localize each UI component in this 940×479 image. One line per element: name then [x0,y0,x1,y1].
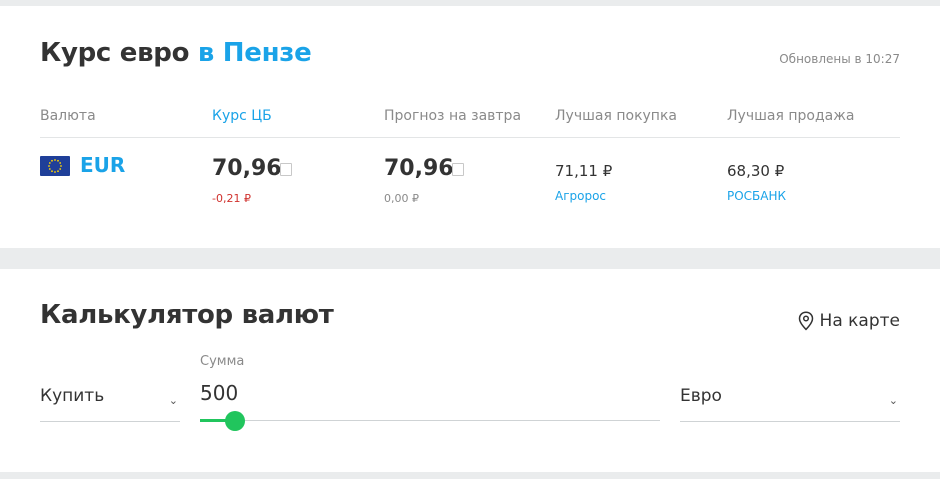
operation-select[interactable]: Купить ⌄ [40,372,180,422]
sum-label: Сумма [200,354,245,369]
cb-rate-value: 70,96 [212,156,282,181]
table-divider [40,137,900,138]
header-best-sell: Лучшая продажа [727,108,855,124]
amount-slider-track[interactable] [200,420,660,421]
map-pin-icon [798,311,813,331]
eu-flag-icon [40,156,70,176]
city-link[interactable]: в Пензе [198,38,312,68]
chevron-down-icon: ⌄ [168,394,178,407]
rates-card: Курс евро в Пензе Обновлены в 10:27 Валю… [0,6,940,248]
operation-select-value: Купить [40,386,105,406]
currency-select-value: Евро [680,386,722,406]
best-sell-bank-link[interactable]: РОСБАНК [727,189,786,203]
calculator-title: Калькулятор валют [40,300,334,330]
sum-input[interactable]: 500 [200,381,238,405]
map-link-label: На карте [819,311,900,331]
forecast-rate-delta: 0,00 ₽ [384,192,419,205]
info-icon[interactable] [452,163,464,176]
info-icon[interactable] [280,163,292,176]
cb-rate-delta: -0,21 ₽ [212,192,251,205]
forecast-rate-value: 70,96 [384,156,454,181]
chevron-down-icon: ⌄ [888,394,898,407]
currency-code[interactable]: EUR [80,153,125,177]
best-buy-value: 71,11 ₽ [555,162,613,180]
page-title: Курс евро в Пензе [40,38,312,68]
header-best-buy: Лучшая покупка [555,108,677,124]
title-main: Курс евро [40,38,190,68]
header-cb-rate[interactable]: Курс ЦБ [212,108,272,124]
header-forecast: Прогноз на завтра [384,108,522,124]
calculator-card: Калькулятор валют На карте Купить ⌄ Сумм… [0,269,940,472]
best-sell-value: 68,30 ₽ [727,162,785,180]
currency-select[interactable]: Евро ⌄ [680,372,900,422]
best-buy-bank-link[interactable]: Агророс [555,189,606,203]
amount-slider-handle[interactable] [225,411,246,431]
map-link[interactable]: На карте [798,311,900,331]
header-currency: Валюта [40,108,96,124]
updated-time: Обновлены в 10:27 [779,52,900,66]
